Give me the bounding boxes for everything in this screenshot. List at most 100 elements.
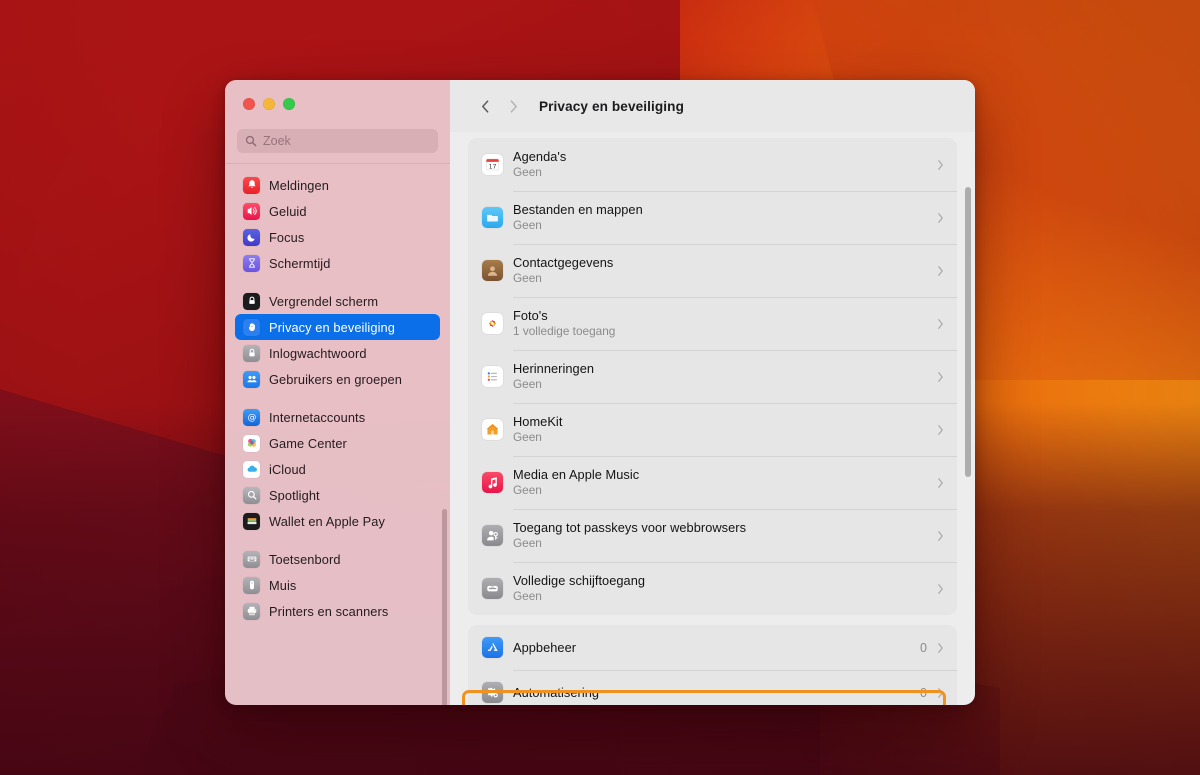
sidebar-item-label: Inlogwachtwoord — [269, 345, 367, 361]
chevron-right-icon — [937, 477, 944, 489]
passkeys-icon — [482, 525, 503, 546]
sidebar-item-meldingen[interactable]: Meldingen — [235, 172, 440, 198]
music-icon — [482, 472, 503, 493]
chevron-right-icon — [937, 159, 944, 171]
game-center-icon — [243, 434, 260, 452]
chevron-right-icon — [937, 642, 944, 654]
table-row[interactable]: Media en Apple Music Geen — [468, 456, 957, 509]
row-title: Agenda's — [513, 149, 567, 164]
chevron-left-icon — [481, 99, 488, 113]
sidebar: Meldingen Geluid Focus — [225, 80, 450, 705]
sidebar-item-printers-en-scanners[interactable]: Printers en scanners — [235, 598, 440, 624]
photos-icon — [482, 313, 503, 334]
sidebar-item-vergrendel-scherm[interactable]: Vergrendel scherm — [235, 288, 440, 314]
chevron-right-icon — [937, 530, 944, 542]
sidebar-item-label: Vergrendel scherm — [269, 293, 379, 309]
sidebar-item-privacy-en-beveiliging[interactable]: Privacy en beveiliging — [235, 314, 440, 340]
page-title: Privacy en beveiliging — [539, 98, 684, 114]
content-scroll-area[interactable]: 17 Agenda's Geen Bestanden en mappen Gee… — [450, 132, 975, 705]
sidebar-group-4: Toetsenbord Muis Printers en scanners — [235, 546, 440, 624]
contacts-icon — [482, 260, 503, 281]
sidebar-scroll-area[interactable]: Meldingen Geluid Focus Schermtijd Vergre… — [225, 164, 450, 705]
content-toolbar: Privacy en beveiliging — [450, 80, 975, 132]
sidebar-item-label: Spotlight — [269, 487, 320, 503]
sidebar-item-label: Wallet en Apple Pay — [269, 513, 385, 529]
sidebar-item-gebruikers-en-groepen[interactable]: Gebruikers en groepen — [235, 366, 440, 392]
sidebar-item-internetaccounts[interactable]: @ Internetaccounts — [235, 404, 440, 430]
row-title: HomeKit — [513, 414, 563, 429]
privacy-permissions-card: 17 Agenda's Geen Bestanden en mappen Gee… — [468, 138, 957, 615]
sidebar-item-wallet-en-apple-pay[interactable]: Wallet en Apple Pay — [235, 508, 440, 534]
content-scrollbar[interactable] — [965, 187, 971, 477]
row-title: Automatisering — [513, 685, 600, 700]
sidebar-item-focus[interactable]: Focus — [235, 224, 440, 250]
row-subtitle: Geen — [513, 589, 542, 603]
wallet-icon — [243, 512, 260, 530]
screentime-icon — [243, 254, 260, 272]
minimize-button[interactable] — [263, 98, 275, 110]
desktop-wallpaper: Meldingen Geluid Focus — [0, 0, 1200, 775]
chevron-right-icon — [937, 687, 944, 699]
sidebar-item-toetsenbord[interactable]: Toetsenbord — [235, 546, 440, 572]
row-text: Foto's 1 volledige toegang — [513, 308, 937, 339]
row-subtitle: 1 volledige toegang — [513, 324, 616, 338]
app-management-card: Appbeheer 0 Automatisering 0 — [468, 625, 957, 705]
sidebar-item-label: Internetaccounts — [269, 409, 366, 425]
chevron-right-icon — [937, 371, 944, 383]
chevron-right-icon — [510, 99, 517, 113]
calendar-icon: 17 — [482, 154, 503, 175]
row-title: Bestanden en mappen — [513, 202, 643, 217]
sidebar-group-1: Meldingen Geluid Focus Schermtijd — [235, 172, 440, 276]
sidebar-item-label: Toetsenbord — [269, 551, 341, 567]
table-row[interactable]: Bestanden en mappen Geen — [468, 191, 957, 244]
row-count: 0 — [920, 640, 927, 655]
table-row-highlighted[interactable]: Volledige schijftoegang Geen — [468, 562, 957, 615]
table-row[interactable]: HomeKit Geen — [468, 403, 957, 456]
table-row[interactable]: Foto's 1 volledige toegang — [468, 297, 957, 350]
row-title: Appbeheer — [513, 640, 577, 655]
zoom-button[interactable] — [283, 98, 295, 110]
row-text: Appbeheer — [513, 640, 920, 655]
sound-icon — [243, 202, 260, 220]
chevron-right-icon — [937, 212, 944, 224]
sidebar-item-schermtijd[interactable]: Schermtijd — [235, 250, 440, 276]
sidebar-item-spotlight[interactable]: Spotlight — [235, 482, 440, 508]
row-text: Contactgegevens Geen — [513, 255, 937, 286]
homekit-icon — [482, 419, 503, 440]
back-button[interactable] — [472, 93, 498, 119]
forward-button[interactable] — [500, 93, 526, 119]
table-row[interactable]: Herinneringen Geen — [468, 350, 957, 403]
privacy-hand-icon — [243, 318, 260, 336]
search-icon — [245, 135, 257, 147]
table-row[interactable]: Toegang tot passkeys voor webbrowsers Ge… — [468, 509, 957, 562]
sidebar-item-label: Printers en scanners — [269, 603, 389, 619]
sidebar-item-icloud[interactable]: iCloud — [235, 456, 440, 482]
search-box[interactable] — [237, 129, 438, 153]
sidebar-item-muis[interactable]: Muis — [235, 572, 440, 598]
sidebar-item-label: Game Center — [269, 435, 347, 451]
sidebar-item-label: Muis — [269, 577, 297, 593]
lock-screen-icon — [243, 292, 260, 310]
row-subtitle: Geen — [513, 483, 542, 497]
table-row[interactable]: Appbeheer 0 — [468, 625, 957, 670]
close-button[interactable] — [243, 98, 255, 110]
chevron-right-icon — [937, 265, 944, 277]
sidebar-item-geluid[interactable]: Geluid — [235, 198, 440, 224]
spotlight-icon — [243, 486, 260, 504]
search-input[interactable] — [263, 134, 430, 148]
sidebar-item-label: Focus — [269, 229, 305, 245]
sidebar-item-inlogwachtwoord[interactable]: Inlogwachtwoord — [235, 340, 440, 366]
table-row[interactable]: 17 Agenda's Geen — [468, 138, 957, 191]
notifications-icon — [243, 176, 260, 194]
internet-accounts-icon: @ — [243, 408, 260, 426]
sidebar-item-game-center[interactable]: Game Center — [235, 430, 440, 456]
sidebar-item-label: iCloud — [269, 461, 306, 477]
row-text: Volledige schijftoegang Geen — [513, 573, 937, 604]
table-row[interactable]: Contactgegevens Geen — [468, 244, 957, 297]
row-subtitle: Geen — [513, 430, 542, 444]
sidebar-scrollbar[interactable] — [442, 509, 447, 705]
row-subtitle: Geen — [513, 218, 542, 232]
row-text: Bestanden en mappen Geen — [513, 202, 937, 233]
row-count: 0 — [920, 685, 927, 700]
table-row[interactable]: Automatisering 0 — [468, 670, 957, 705]
